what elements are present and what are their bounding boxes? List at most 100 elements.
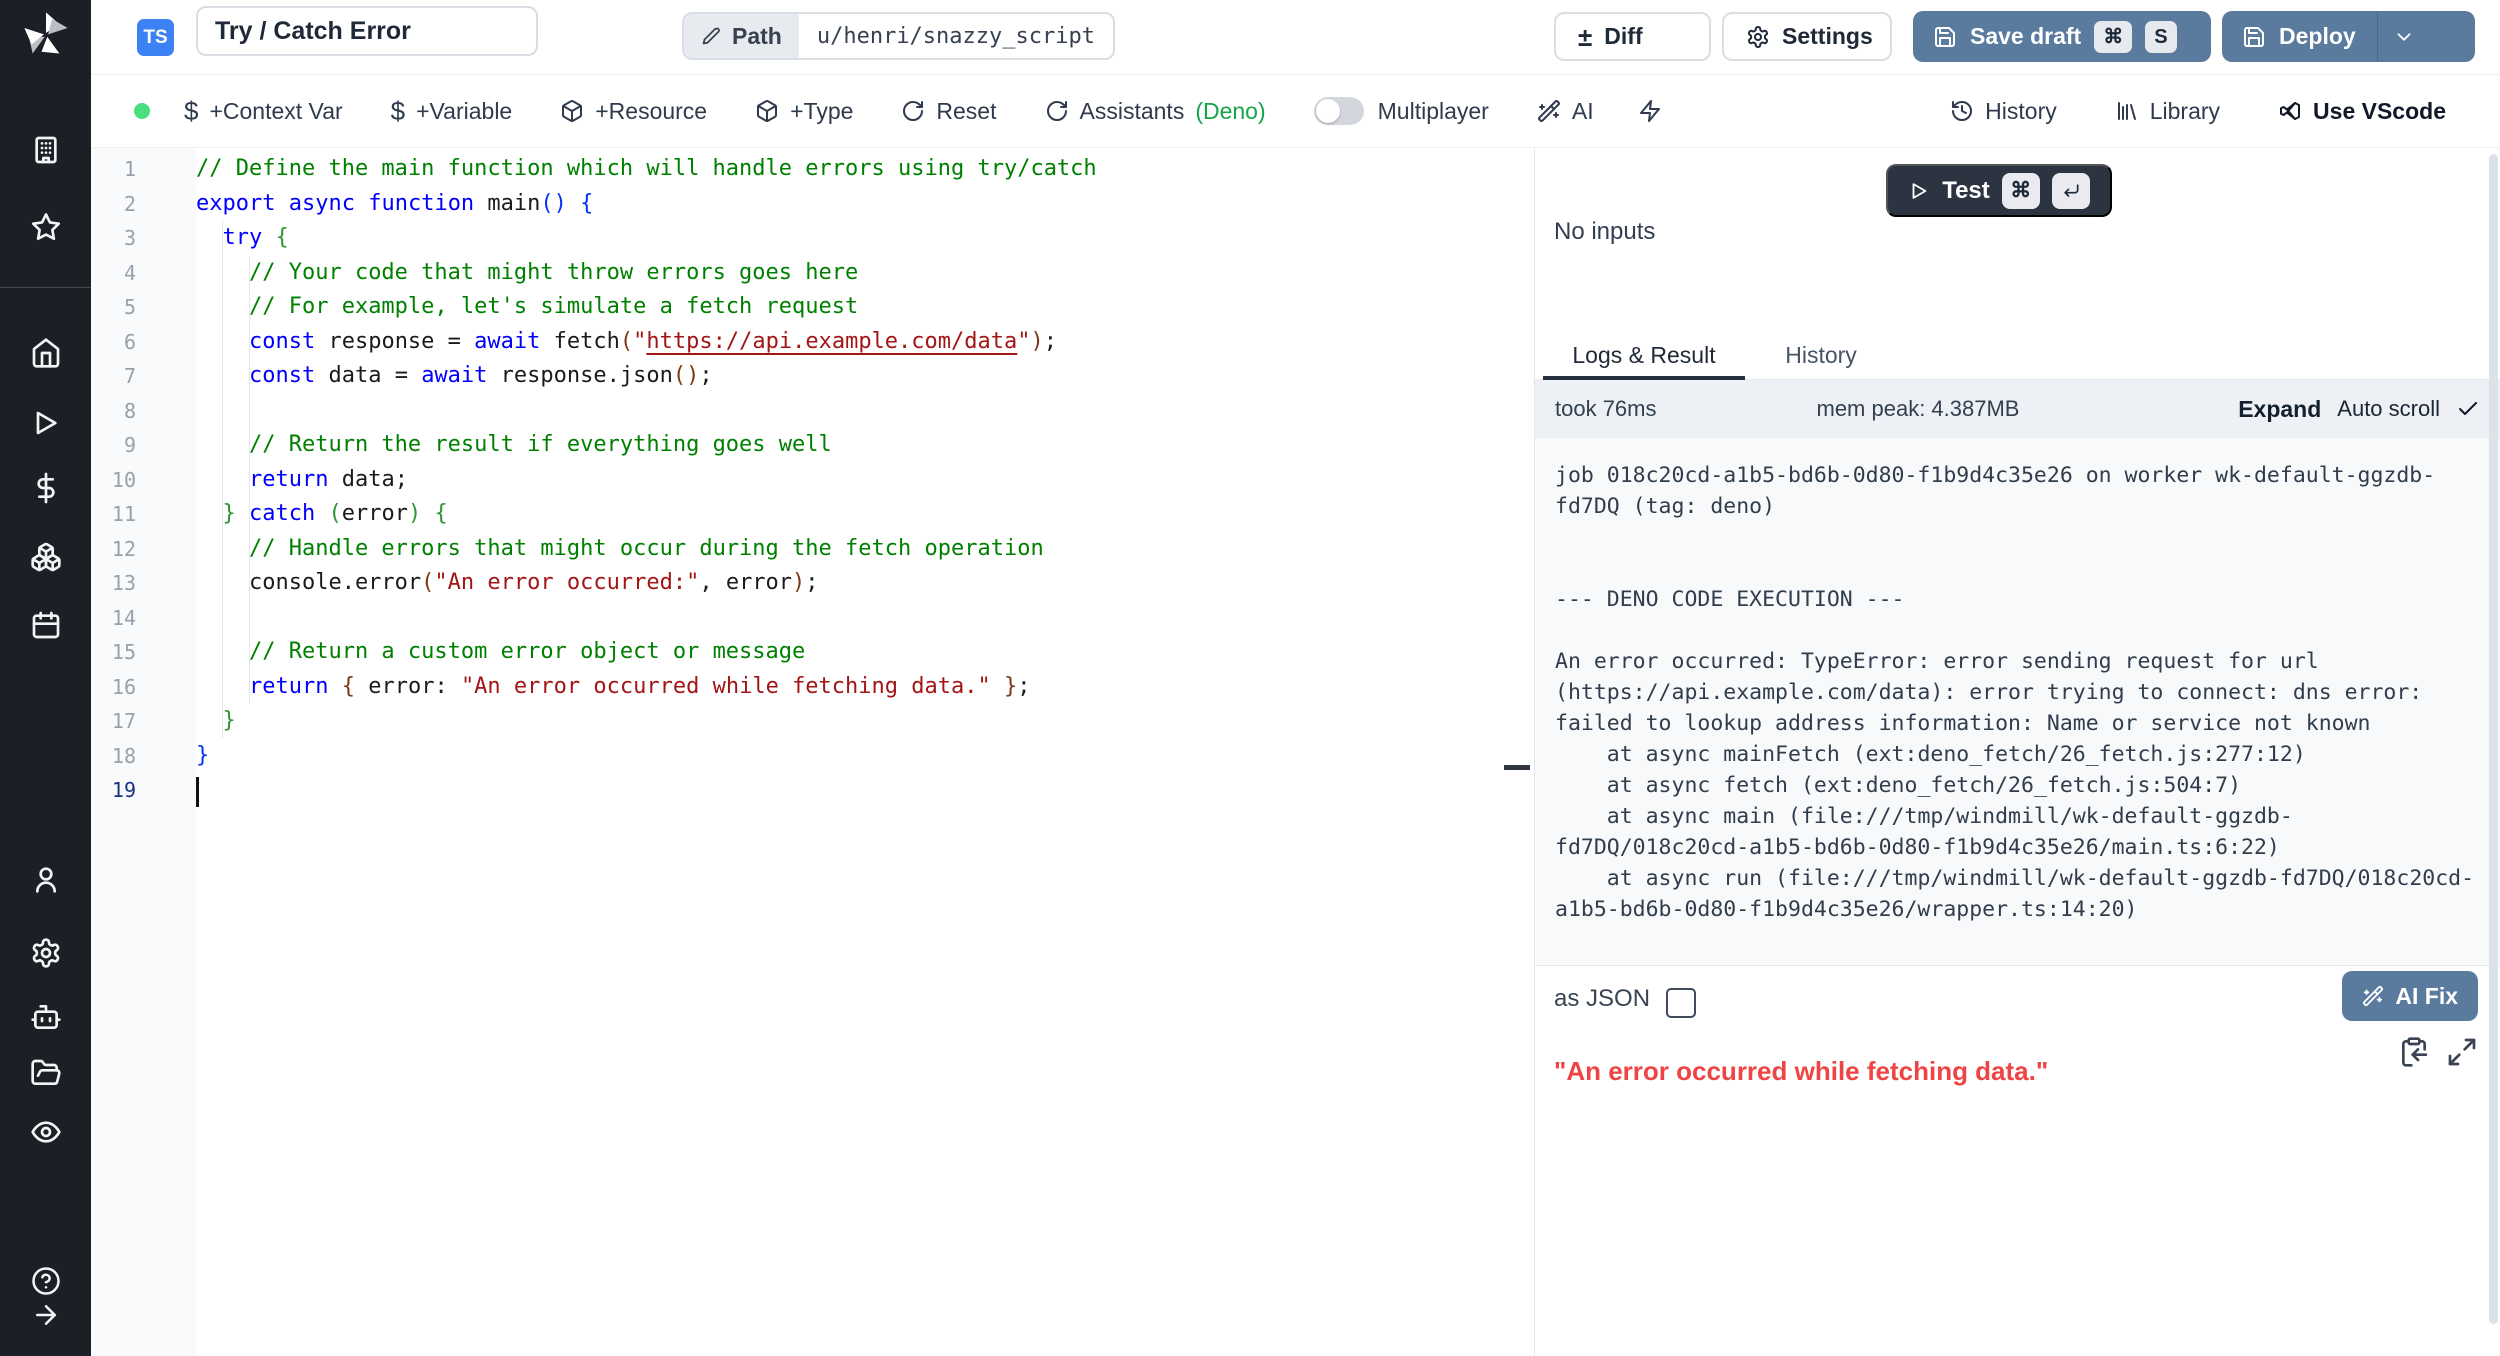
code-line[interactable]: // Your code that might throw errors goe… [196, 256, 1522, 291]
code-line[interactable]: } [196, 739, 1522, 774]
code-line[interactable]: return data; [196, 463, 1522, 498]
history-button[interactable]: History [1950, 98, 2057, 125]
editor-toolbar: $ +Context Var $ +Variable +Resource +Ty… [91, 75, 2500, 148]
lightning-button[interactable] [1638, 99, 1662, 123]
path-edit-button[interactable]: Path [684, 14, 799, 58]
code-line[interactable]: } [196, 704, 1522, 739]
line-number: 19 [91, 773, 136, 808]
clipboard-copy-icon[interactable] [2398, 1036, 2430, 1068]
auto-scroll-toggle[interactable]: Auto scroll [2337, 396, 2440, 422]
sidebar-item-runs[interactable] [30, 407, 62, 439]
ai-fix-button[interactable]: AI Fix [2342, 971, 2478, 1021]
code-line[interactable] [196, 773, 1522, 808]
kbd-enter [2052, 173, 2090, 209]
sidebar-item-variables[interactable] [30, 472, 62, 504]
code-editor[interactable]: 12345678910111213141516171819 // Define … [91, 148, 1534, 1356]
sidebar-item-settings[interactable] [30, 937, 62, 969]
line-number: 16 [91, 670, 136, 705]
gear-icon [1746, 25, 1770, 49]
library-icon [2115, 99, 2139, 123]
diff-button[interactable]: ± Diff [1554, 12, 1711, 61]
save-icon [2242, 25, 2266, 49]
assistants-button[interactable]: Assistants (Deno) [1045, 98, 1266, 125]
vscode-icon [2278, 99, 2302, 123]
editor-code[interactable]: // Define the main function which will h… [196, 152, 1522, 808]
sidebar-item-favorites[interactable] [30, 211, 62, 243]
test-label: Test [1942, 177, 1990, 205]
ai-button[interactable]: AI [1537, 98, 1594, 125]
multiplayer-label[interactable]: Multiplayer [1378, 98, 1489, 125]
line-number: 13 [91, 566, 136, 601]
sidebar-item-resources[interactable] [30, 541, 62, 573]
sidebar-item-workspace[interactable] [30, 134, 62, 166]
script-title-input[interactable]: Try / Catch Error [196, 6, 538, 56]
result-tabs: Logs & Result History [1535, 330, 2500, 380]
line-number: 3 [91, 221, 136, 256]
page-scrollbar[interactable] [2489, 154, 2498, 1324]
windmill-script-editor: TS Try / Catch Error Path u/henri/snazzy… [0, 0, 2500, 1356]
line-number: 6 [91, 325, 136, 360]
code-line[interactable]: // Return a custom error object or messa… [196, 635, 1522, 670]
check-icon [2456, 397, 2480, 421]
code-line[interactable]: // For example, let's simulate a fetch r… [196, 290, 1522, 325]
sidebar-item-folders[interactable] [30, 1057, 62, 1089]
dollar-icon: $ [184, 96, 198, 127]
test-button[interactable]: Test ⌘ [1886, 164, 2112, 217]
library-button[interactable]: Library [2115, 98, 2220, 125]
result-section: as JSON AI Fix "An error occurred while … [1535, 965, 2500, 1356]
as-json-row: as JSON [1554, 984, 1696, 1014]
took-label: took 76ms [1555, 396, 1657, 422]
sidebar-item-schedules[interactable] [30, 609, 62, 641]
windmill-logo-icon[interactable] [20, 8, 72, 60]
as-json-checkbox[interactable] [1666, 988, 1696, 1018]
code-line[interactable]: // Define the main function which will h… [196, 152, 1522, 187]
sidebar-collapse-button[interactable] [31, 1300, 61, 1330]
code-line[interactable] [196, 394, 1522, 429]
log-output-area[interactable]: job 018c20cd-a1b5-bd6b-0d80-f1b9d4c35e26… [1535, 438, 2500, 965]
code-line[interactable]: const response = await fetch("https://ap… [196, 325, 1522, 360]
reset-button[interactable]: Reset [901, 98, 996, 125]
use-vscode-button[interactable]: Use VScode [2278, 98, 2446, 125]
code-line[interactable]: const data = await response.json(); [196, 359, 1522, 394]
wand-sparkles-icon [1537, 99, 1561, 123]
result-value: "An error occurred while fetching data." [1554, 1056, 2048, 1087]
line-number: 7 [91, 359, 136, 394]
deploy-button[interactable]: Deploy [2222, 11, 2475, 62]
sidebar-item-account[interactable] [30, 864, 62, 896]
code-line[interactable]: export async function main() { [196, 187, 1522, 222]
sidebar-item-ai-bot[interactable] [30, 1001, 62, 1033]
code-line[interactable]: // Return the result if everything goes … [196, 428, 1522, 463]
code-line[interactable]: return { error: "An error occurred while… [196, 670, 1522, 705]
path-control[interactable]: Path u/henri/snazzy_script [682, 12, 1115, 60]
run-stats-bar: took 76ms mem peak: 4.387MB Expand Auto … [1535, 380, 2500, 438]
maximize-icon[interactable] [2446, 1036, 2478, 1068]
settings-button[interactable]: Settings [1722, 12, 1892, 61]
path-input[interactable]: u/henri/snazzy_script [799, 14, 1113, 58]
code-line[interactable]: // Handle errors that might occur during… [196, 532, 1522, 567]
expand-button[interactable]: Expand [2238, 396, 2321, 423]
settings-label: Settings [1782, 23, 1873, 50]
code-line[interactable]: } catch (error) { [196, 497, 1522, 532]
add-type-button[interactable]: +Type [755, 98, 853, 125]
multiplayer-toggle[interactable] [1314, 97, 1364, 125]
tab-logs-result[interactable]: Logs & Result [1543, 330, 1745, 380]
add-resource-button[interactable]: +Resource [560, 98, 707, 125]
code-line[interactable]: console.error("An error occurred:", erro… [196, 566, 1522, 601]
sidebar-help-button[interactable] [31, 1266, 61, 1296]
sidebar-item-audit-logs[interactable] [30, 1116, 62, 1148]
sidebar-item-home[interactable] [30, 337, 62, 369]
add-variable-button[interactable]: $ +Variable [391, 96, 513, 127]
as-json-label: as JSON [1554, 985, 1650, 1013]
log-text: job 018c20cd-a1b5-bd6b-0d80-f1b9d4c35e26… [1555, 460, 2480, 925]
save-draft-button[interactable]: Save draft ⌘ S [1913, 11, 2211, 62]
tab-history[interactable]: History [1757, 330, 1885, 380]
code-line[interactable]: try { [196, 221, 1522, 256]
play-icon [1908, 180, 1930, 202]
chevron-down-icon[interactable] [2393, 26, 2415, 48]
line-number: 5 [91, 290, 136, 325]
code-line[interactable] [196, 601, 1522, 636]
save-icon [1933, 25, 1957, 49]
line-number: 2 [91, 187, 136, 222]
line-number: 17 [91, 704, 136, 739]
add-context-var-button[interactable]: $ +Context Var [184, 96, 343, 127]
